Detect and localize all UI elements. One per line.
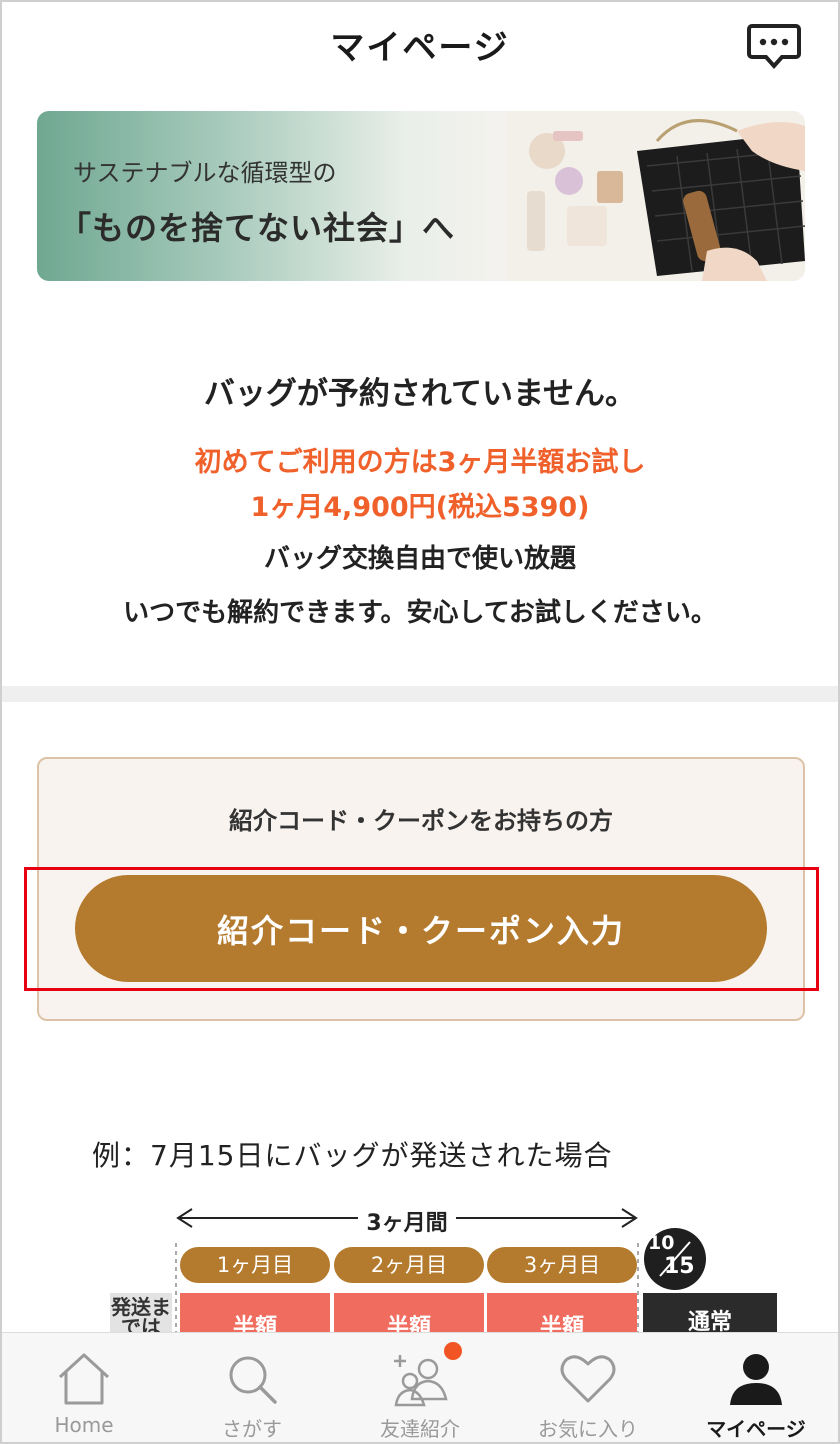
period-label: 3ヶ月間 bbox=[358, 1205, 456, 1237]
example-title: 例：7月15日にバッグが発送された場合 bbox=[92, 1139, 613, 1172]
tab-search[interactable]: さがす bbox=[168, 1333, 336, 1444]
section-divider bbox=[0, 686, 840, 702]
search-icon bbox=[229, 1356, 277, 1404]
trial-price-text: 1ヶ月4,900円(税込5390) bbox=[250, 492, 590, 523]
header: マイページ bbox=[0, 0, 840, 90]
coupon-entry-button[interactable]: 紹介コード・クーポン入力 bbox=[75, 875, 767, 982]
tab-bar: Home さがす 友達紹介 お気に入り マイページ bbox=[0, 1332, 840, 1444]
banner-subtitle: サステナブルな循環型の bbox=[73, 159, 337, 187]
date-month: 10 bbox=[648, 1232, 675, 1254]
promo-banner[interactable]: サステナブルな循環型の 「ものを捨てない社会」へ bbox=[37, 111, 805, 281]
user-icon bbox=[730, 1354, 782, 1405]
month-pill: 1ヶ月目 bbox=[180, 1247, 330, 1283]
chat-bubble-icon[interactable] bbox=[746, 22, 802, 70]
tab-label: お気に入り bbox=[538, 1417, 638, 1441]
page-title: マイページ bbox=[330, 28, 510, 68]
before-shipping-cell: 発送までは bbox=[110, 1293, 172, 1337]
banner-headline: 「ものを捨てない社会」へ bbox=[59, 209, 456, 247]
tab-label: 友達紹介 bbox=[380, 1417, 460, 1441]
tab-mypage[interactable]: マイページ bbox=[672, 1333, 840, 1444]
tab-label: Home bbox=[54, 1413, 114, 1437]
cancel-anytime-text: いつでも解約できます。安心してお試しください。 bbox=[123, 598, 717, 628]
notification-badge bbox=[444, 1342, 462, 1360]
no-reservation-message: バッグが予約されていません。 bbox=[203, 376, 637, 412]
tab-label: マイページ bbox=[706, 1417, 806, 1441]
tab-label: さがす bbox=[222, 1417, 282, 1441]
trial-offer-text: 初めてご利用の方は3ヶ月半額お試し bbox=[194, 447, 646, 478]
month-pill: 2ヶ月目 bbox=[334, 1247, 484, 1283]
half-price-cell: 半額 bbox=[180, 1293, 330, 1337]
date-day: 15 bbox=[664, 1254, 695, 1279]
tab-favorites[interactable]: お気に入り bbox=[504, 1333, 672, 1444]
free-exchange-text: バッグ交換自由で使い放題 bbox=[263, 544, 576, 574]
heart-icon bbox=[560, 1355, 616, 1403]
normal-price-cell: 通常 bbox=[643, 1293, 777, 1337]
half-price-cell: 半額 bbox=[334, 1293, 484, 1337]
half-price-cell: 半額 bbox=[487, 1293, 637, 1337]
bag-care-photo bbox=[507, 111, 805, 281]
home-icon bbox=[58, 1353, 110, 1405]
coupon-caption: 紹介コード・クーポンをお持ちの方 bbox=[229, 807, 613, 835]
month-pill: 3ヶ月目 bbox=[487, 1247, 637, 1283]
tab-invite-friends[interactable]: 友達紹介 bbox=[336, 1333, 504, 1444]
tab-home[interactable]: Home bbox=[0, 1333, 168, 1444]
add-friends-icon bbox=[394, 1355, 448, 1407]
